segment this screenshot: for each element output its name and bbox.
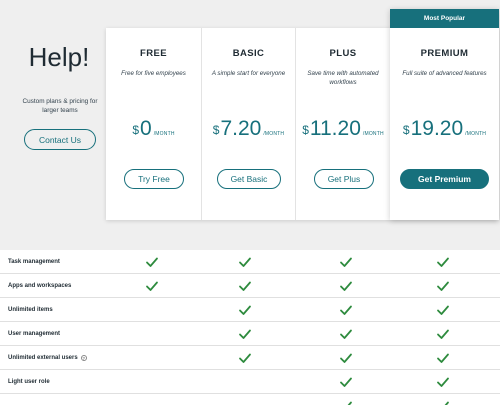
- check-icon: [436, 399, 450, 405]
- try-free-button[interactable]: Try Free: [124, 169, 184, 189]
- feature-label-text: User management: [8, 331, 61, 337]
- feature-label: Light user role: [8, 370, 50, 394]
- feature-table: Task management Apps and workspaces Unlimi…: [0, 250, 500, 405]
- plan-card-plus: PLUS Save time with automated workflows …: [295, 28, 390, 220]
- get-plus-button[interactable]: Get Plus: [314, 169, 374, 189]
- price-period: /MONTH: [263, 131, 285, 137]
- plan-description: A simple start for everyone: [211, 70, 286, 77]
- feature-label-text: Apps and workspaces: [8, 283, 72, 289]
- feature-label-text: Task management: [8, 259, 60, 265]
- price-amount: 7.20: [220, 117, 262, 140]
- feature-label-text: Unlimited items: [8, 307, 53, 313]
- check-icon: [339, 255, 353, 269]
- plan-card-premium: Most Popular PREMIUM Full suite of advan…: [390, 9, 499, 220]
- feature-label-text: Unlimited external users: [8, 355, 78, 361]
- help-subtitle: Custom plans & pricing for larger teams: [22, 98, 98, 114]
- plan-description: Full suite of advanced features: [402, 70, 487, 77]
- price-period: /MONTH: [362, 131, 384, 137]
- check-icon: [339, 399, 353, 405]
- check-icon: [238, 303, 252, 317]
- feature-row: Unlimited items: [0, 298, 500, 322]
- plan-price: $ 0 /MONTH: [106, 118, 201, 140]
- feature-row: Apps and workspaces: [0, 274, 500, 298]
- most-popular-badge: Most Popular: [390, 9, 499, 28]
- currency-symbol: $: [402, 123, 410, 137]
- check-icon: [339, 327, 353, 341]
- feature-row: Task management: [0, 250, 500, 274]
- check-icon: [238, 255, 252, 269]
- feature-row: [0, 394, 500, 405]
- feature-label: User management: [8, 322, 60, 346]
- plan-card-basic: BASIC A simple start for everyone $ 7.20…: [201, 28, 295, 220]
- plan-price: $ 11.20 /MONTH: [296, 118, 390, 140]
- currency-symbol: $: [212, 123, 220, 137]
- currency-symbol: $: [132, 123, 140, 137]
- help-panel: Help! Custom plans & pricing for larger …: [0, 0, 118, 250]
- feature-label: Apps and workspaces: [8, 274, 71, 298]
- feature-row: User management: [0, 322, 500, 346]
- plan-price: $ 7.20 /MONTH: [202, 118, 295, 140]
- help-title: Help!: [28, 42, 90, 72]
- feature-label: Unlimited items: [8, 298, 53, 322]
- check-icon: [436, 255, 450, 269]
- plan-name: PLUS: [329, 48, 357, 59]
- plan-price: $ 19.20 /MONTH: [390, 118, 499, 140]
- plan-card-free: FREE Free for five employees $ 0 /MONTH …: [106, 28, 201, 220]
- check-icon: [339, 303, 353, 317]
- feature-row: Light user role: [0, 370, 500, 394]
- price-period: /MONTH: [153, 131, 175, 137]
- check-icon: [436, 279, 450, 293]
- feature-label: Unlimited external users?: [8, 346, 87, 370]
- check-icon: [436, 351, 450, 365]
- check-icon: [238, 279, 252, 293]
- check-icon: [339, 375, 353, 389]
- plan-description: Free for five employees: [121, 70, 186, 77]
- help-icon[interactable]: ?: [80, 355, 87, 361]
- price-period: /MONTH: [465, 131, 487, 137]
- feature-label: Task management: [8, 250, 60, 274]
- contact-us-button[interactable]: Contact Us: [24, 129, 96, 150]
- plan-name: BASIC: [232, 48, 265, 59]
- plan-name: PREMIUM: [420, 48, 469, 59]
- check-icon: [436, 303, 450, 317]
- plan-name: FREE: [140, 48, 167, 59]
- check-icon: [238, 327, 252, 341]
- get-premium-button[interactable]: Get Premium: [400, 169, 489, 189]
- plan-description: Save time with automated workflows: [307, 70, 379, 86]
- price-amount: 11.20: [309, 117, 361, 140]
- check-icon: [339, 279, 353, 293]
- price-amount: 19.20: [410, 117, 464, 140]
- check-icon: [436, 327, 450, 341]
- check-icon: [339, 351, 353, 365]
- check-icon: [436, 375, 450, 389]
- check-icon: [145, 255, 159, 269]
- plan-card-premium-body: PREMIUM Full suite of advanced features …: [390, 28, 499, 220]
- feature-label-text: Light user role: [8, 379, 50, 385]
- feature-row: Unlimited external users?: [0, 346, 500, 370]
- get-basic-button[interactable]: Get Basic: [217, 169, 281, 189]
- currency-symbol: $: [302, 123, 309, 137]
- check-icon: [238, 351, 252, 365]
- check-icon: [145, 279, 159, 293]
- price-amount: 0: [140, 117, 152, 140]
